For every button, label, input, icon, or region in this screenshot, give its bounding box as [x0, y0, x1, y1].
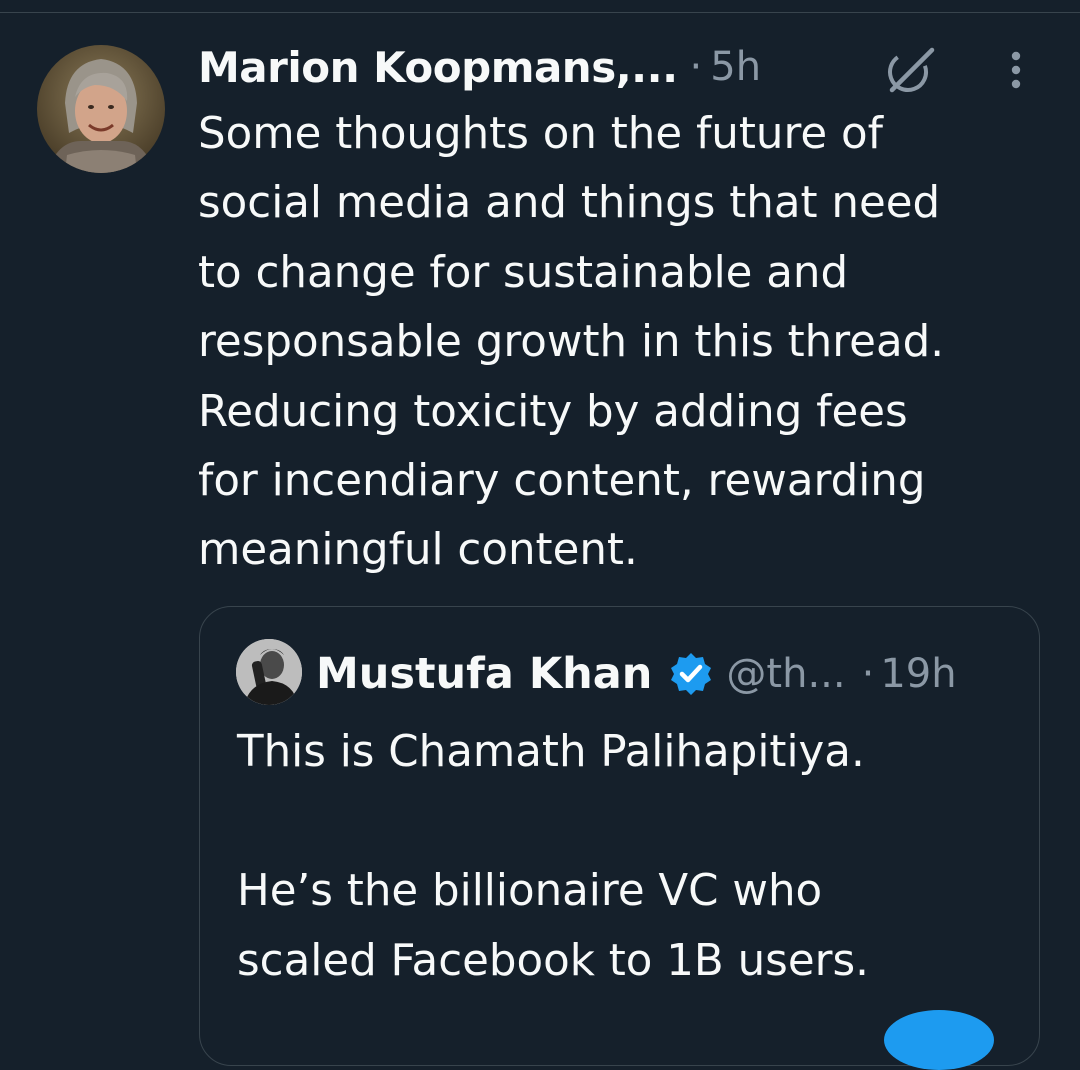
tweet-timestamp[interactable]: 5h	[710, 44, 761, 90]
author-avatar[interactable]	[37, 45, 165, 173]
quoted-avatar-photo	[236, 639, 302, 705]
tweet-body: Some thoughts on the future of social me…	[198, 109, 945, 576]
verified-badge-icon	[671, 653, 712, 695]
avatar-photo	[37, 45, 165, 173]
separator-dot: ·	[689, 44, 703, 90]
quoted-tweet-header: Mustufa Khan @th... · 19h	[316, 644, 957, 704]
separator-dot: ·	[861, 651, 875, 697]
author-name[interactable]: Marion Koopmans,...	[198, 43, 678, 92]
quoted-tweet-timestamp[interactable]: 19h	[880, 651, 956, 697]
divider	[0, 12, 1080, 13]
quoted-author-name[interactable]: Mustufa Khan	[316, 649, 652, 699]
grok-icon[interactable]	[884, 44, 936, 96]
quoted-author-avatar[interactable]	[236, 639, 302, 705]
quoted-tweet-body: This is Chamath Palihapitiya. He’s the b…	[237, 727, 869, 986]
quoted-author-handle[interactable]: @th...	[726, 651, 845, 697]
compose-button[interactable]	[884, 1010, 994, 1070]
more-vertical-icon[interactable]	[1004, 48, 1028, 92]
tweet-header: Marion Koopmans,... · 5h	[198, 40, 761, 94]
